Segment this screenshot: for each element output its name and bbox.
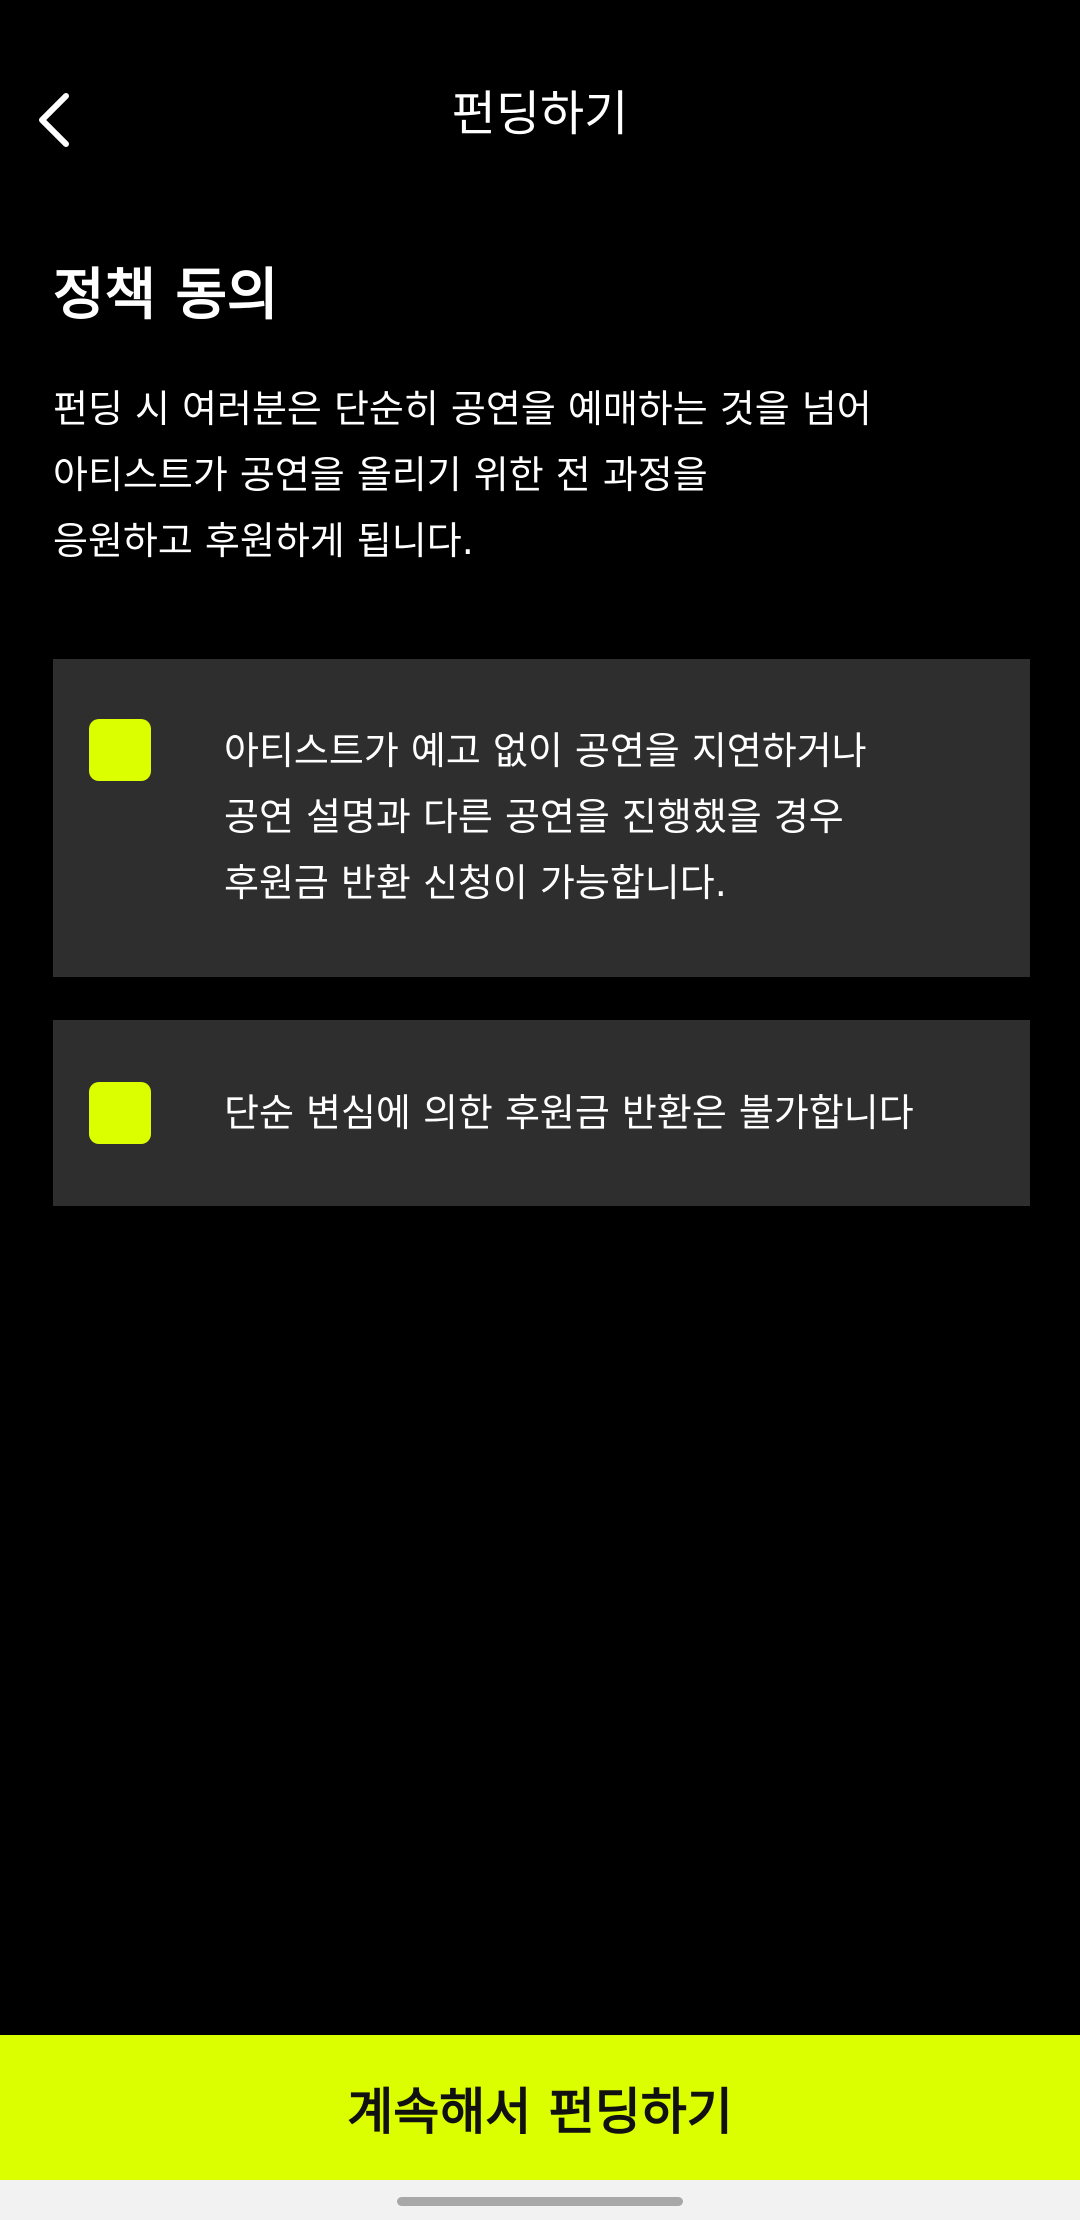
continue-funding-button[interactable]: 계속해서 펀딩하기 <box>0 2035 1080 2180</box>
funding-policy-screen: 펀딩하기 정책 동의 펀딩 시 여러분은 단순히 공연을 예매하는 것을 넘어 … <box>0 0 1080 2220</box>
page-title: 펀딩하기 <box>451 86 629 142</box>
policy-intro-line: 아티스트가 공연을 올리기 위한 전 과정을 <box>53 453 708 497</box>
agree-checkbox[interactable] <box>89 1082 151 1144</box>
policy-item-line: 공연 설명과 다른 공연을 진행했을 경우 <box>224 795 844 839</box>
home-indicator[interactable] <box>397 2197 683 2206</box>
policy-intro-line: 펀딩 시 여러분은 단순히 공연을 예매하는 것을 넘어 <box>53 387 872 431</box>
policy-agreement-no-refund[interactable]: 단순 변심에 의한 후원금 반환은 불가합니다 <box>53 1020 1030 1206</box>
system-nav-bar <box>0 2180 1080 2220</box>
policy-intro: 펀딩 시 여러분은 단순히 공연을 예매하는 것을 넘어 아티스트가 공연을 올… <box>53 376 1013 574</box>
policy-item-text: 아티스트가 예고 없이 공연을 지연하거나 공연 설명과 다른 공연을 진행했을… <box>224 718 867 916</box>
policy-agreement-refund-eligible[interactable]: 아티스트가 예고 없이 공연을 지연하거나 공연 설명과 다른 공연을 진행했을… <box>53 659 1030 977</box>
policy-intro-line: 응원하고 후원하게 됩니다. <box>53 519 474 563</box>
top-app-bar: 펀딩하기 <box>0 0 1080 230</box>
agree-checkbox[interactable] <box>89 719 151 781</box>
policy-item-text: 단순 변심에 의한 후원금 반환은 불가합니다 <box>224 1080 914 1146</box>
policy-item-line: 아티스트가 예고 없이 공연을 지연하거나 <box>224 729 867 773</box>
policy-heading: 정책 동의 <box>53 263 279 328</box>
policy-item-line: 단순 변심에 의한 후원금 반환은 불가합니다 <box>224 1091 914 1135</box>
policy-item-line: 후원금 반환 신청이 가능합니다. <box>224 861 727 905</box>
